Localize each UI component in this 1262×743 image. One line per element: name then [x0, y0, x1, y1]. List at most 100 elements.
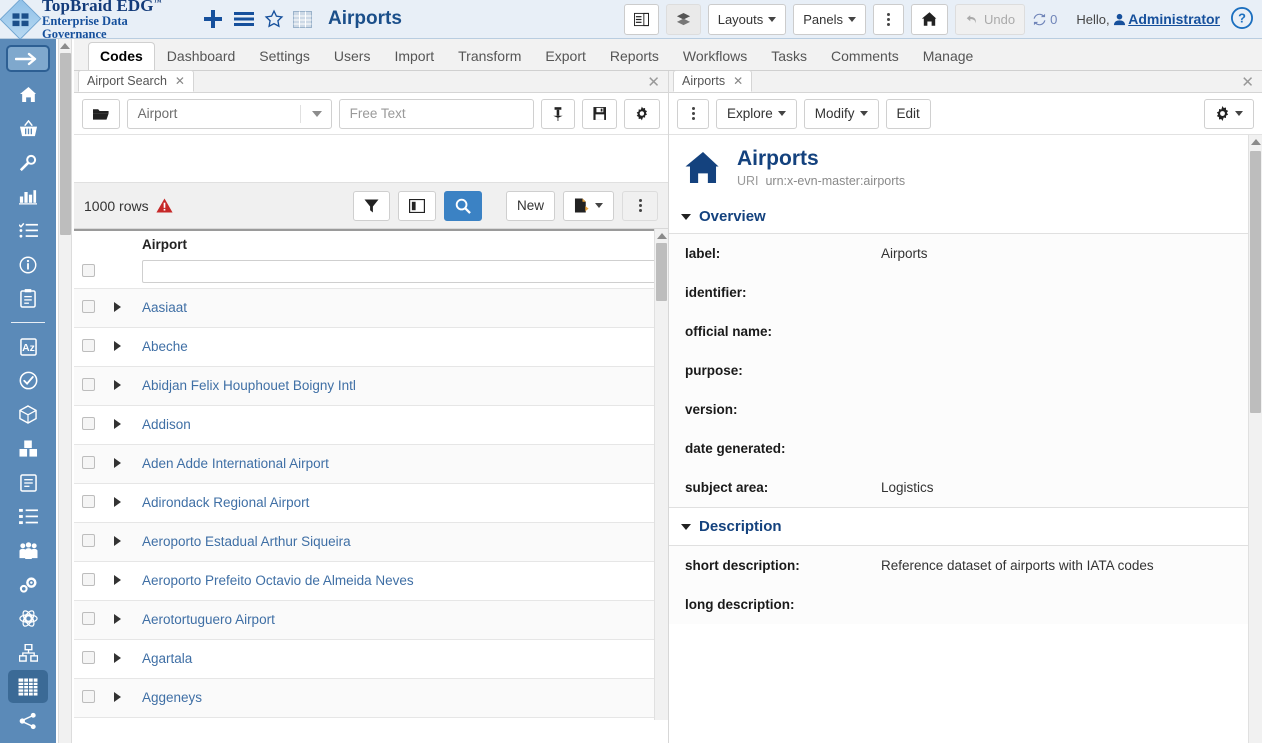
table-row[interactable]: Aeroporto Prefeito Octavio de Almeida Ne…	[74, 561, 668, 600]
close-icon[interactable]: ✕	[733, 74, 743, 88]
row-checkbox[interactable]	[82, 651, 95, 664]
expand-triangle-icon[interactable]	[114, 536, 121, 546]
table-row[interactable]: Aerotortuguero Airport	[74, 600, 668, 639]
header-airport[interactable]: Airport	[134, 230, 668, 256]
airport-link[interactable]: Abidjan Felix Houphouet Boigny Intl	[142, 378, 356, 393]
export-button[interactable]	[563, 191, 614, 221]
expand-triangle-icon[interactable]	[114, 614, 121, 624]
detail-vertical-scrollbar[interactable]	[1248, 135, 1262, 743]
tab-users[interactable]: Users	[322, 42, 383, 71]
expand-triangle-icon[interactable]	[114, 302, 121, 312]
kebab-menu-icon-button[interactable]	[873, 4, 904, 35]
expand-triangle-icon[interactable]	[114, 653, 121, 663]
add-icon[interactable]	[202, 8, 224, 30]
sidebar-item-validation[interactable]	[8, 364, 48, 397]
sync-status[interactable]: 0	[1032, 12, 1057, 27]
scroll-up-arrow-icon[interactable]	[1251, 139, 1261, 145]
filter-button[interactable]	[353, 191, 390, 221]
airport-link[interactable]: Aden Adde International Airport	[142, 456, 329, 471]
row-checkbox[interactable]	[82, 300, 95, 313]
explore-menu-button[interactable]: Explore	[716, 99, 797, 129]
layers-icon-button[interactable]	[666, 4, 701, 35]
sidebar-item-info[interactable]	[8, 248, 48, 281]
table-row[interactable]: Aeroporto Estadual Arthur Siqueira	[74, 522, 668, 561]
row-checkbox[interactable]	[82, 690, 95, 703]
tab-transform[interactable]: Transform	[446, 42, 533, 71]
menu-icon[interactable]	[233, 10, 255, 28]
sidebar-item-datatable[interactable]	[8, 670, 48, 703]
scroll-thumb[interactable]	[656, 243, 667, 301]
tab-workflows[interactable]: Workflows	[671, 42, 759, 71]
table-row[interactable]: Agartala	[74, 639, 668, 678]
sidebar-item-reports[interactable]	[8, 180, 48, 213]
table-row[interactable]: Abeche	[74, 327, 668, 366]
tab-dashboard[interactable]: Dashboard	[155, 42, 248, 71]
table-row[interactable]: Addison	[74, 405, 668, 444]
undo-button[interactable]: Undo	[955, 4, 1025, 35]
table-row[interactable]: Aasiaat	[74, 288, 668, 327]
table-row[interactable]: Agri Airport	[74, 717, 668, 720]
select-all-checkbox[interactable]	[82, 264, 95, 277]
airport-link[interactable]: Agartala	[142, 651, 192, 666]
row-checkbox[interactable]	[82, 378, 95, 391]
table-row[interactable]: Adirondack Regional Airport	[74, 483, 668, 522]
table-row[interactable]: Aggeneys	[74, 678, 668, 717]
help-question-icon[interactable]: ?	[1231, 7, 1253, 32]
sidebar-item-ordered-list[interactable]	[8, 500, 48, 533]
tab-manage[interactable]: Manage	[911, 42, 986, 71]
free-text-input[interactable]: Free Text	[339, 99, 534, 129]
scroll-thumb[interactable]	[60, 53, 71, 235]
expand-triangle-icon[interactable]	[114, 692, 121, 702]
tab-export[interactable]: Export	[533, 42, 597, 71]
tab-reports[interactable]: Reports	[598, 42, 671, 71]
expand-triangle-icon[interactable]	[114, 497, 121, 507]
collapse-triangle-icon[interactable]	[681, 524, 691, 530]
airport-link[interactable]: Aasiaat	[142, 300, 187, 315]
brand-logo[interactable]: TopBraid EDG™ Enterprise Data Governance	[0, 0, 190, 41]
table-row[interactable]: Abidjan Felix Houphouet Boigny Intl	[74, 366, 668, 405]
sidebar-item-graph[interactable]	[8, 738, 48, 743]
row-checkbox[interactable]	[82, 573, 95, 586]
section-overview-header[interactable]: Overview	[669, 202, 1262, 234]
star-icon[interactable]	[264, 9, 284, 29]
detail-settings-button[interactable]	[1204, 99, 1254, 129]
scroll-thumb[interactable]	[1250, 151, 1261, 413]
row-checkbox[interactable]	[82, 612, 95, 625]
close-icon[interactable]: ✕	[175, 74, 185, 88]
sidebar-item-share[interactable]	[8, 704, 48, 737]
expand-triangle-icon[interactable]	[114, 419, 121, 429]
row-checkbox[interactable]	[82, 417, 95, 430]
airport-link[interactable]: Adirondack Regional Airport	[142, 495, 309, 510]
open-folder-icon-button[interactable]	[82, 99, 120, 129]
collapse-triangle-icon[interactable]	[681, 214, 691, 220]
scroll-up-arrow-icon[interactable]	[657, 233, 667, 239]
sidebar-item-tools[interactable]	[8, 146, 48, 179]
sidebar-item-clipboard[interactable]	[8, 282, 48, 315]
tab-settings[interactable]: Settings	[247, 42, 322, 71]
sidebar-item-basket[interactable]	[8, 112, 48, 145]
row-checkbox[interactable]	[82, 495, 95, 508]
sidebar-item-home[interactable]	[8, 78, 48, 111]
search-type-select[interactable]: Airport	[127, 99, 332, 129]
sidebar-item-checklist[interactable]	[8, 214, 48, 247]
sidebar-item-blocks[interactable]	[8, 432, 48, 465]
panels-menu-button[interactable]: Panels	[793, 4, 866, 35]
panel-tab-airport-search[interactable]: Airport Search ✕	[78, 70, 194, 92]
table-vertical-scrollbar[interactable]	[654, 229, 668, 720]
airport-link[interactable]: Abeche	[142, 339, 188, 354]
columns-button[interactable]	[398, 191, 436, 221]
table-row[interactable]: Aden Adde International Airport	[74, 444, 668, 483]
search-settings-gear-icon-button[interactable]	[624, 99, 660, 129]
search-button[interactable]	[444, 191, 482, 221]
layouts-menu-button[interactable]: Layouts	[708, 4, 787, 35]
main-vertical-scrollbar[interactable]	[58, 39, 72, 743]
airport-link[interactable]: Aeroporto Estadual Arthur Siqueira	[142, 534, 351, 549]
expand-triangle-icon[interactable]	[114, 341, 121, 351]
save-disk-icon-button[interactable]	[582, 99, 618, 129]
modify-menu-button[interactable]: Modify	[804, 99, 879, 129]
tab-comments[interactable]: Comments	[819, 42, 911, 71]
sidebar-item-gears[interactable]	[8, 568, 48, 601]
sidebar-item-hierarchy[interactable]	[8, 636, 48, 669]
grid-table-icon[interactable]	[293, 11, 312, 28]
sidebar-item-document[interactable]	[8, 466, 48, 499]
